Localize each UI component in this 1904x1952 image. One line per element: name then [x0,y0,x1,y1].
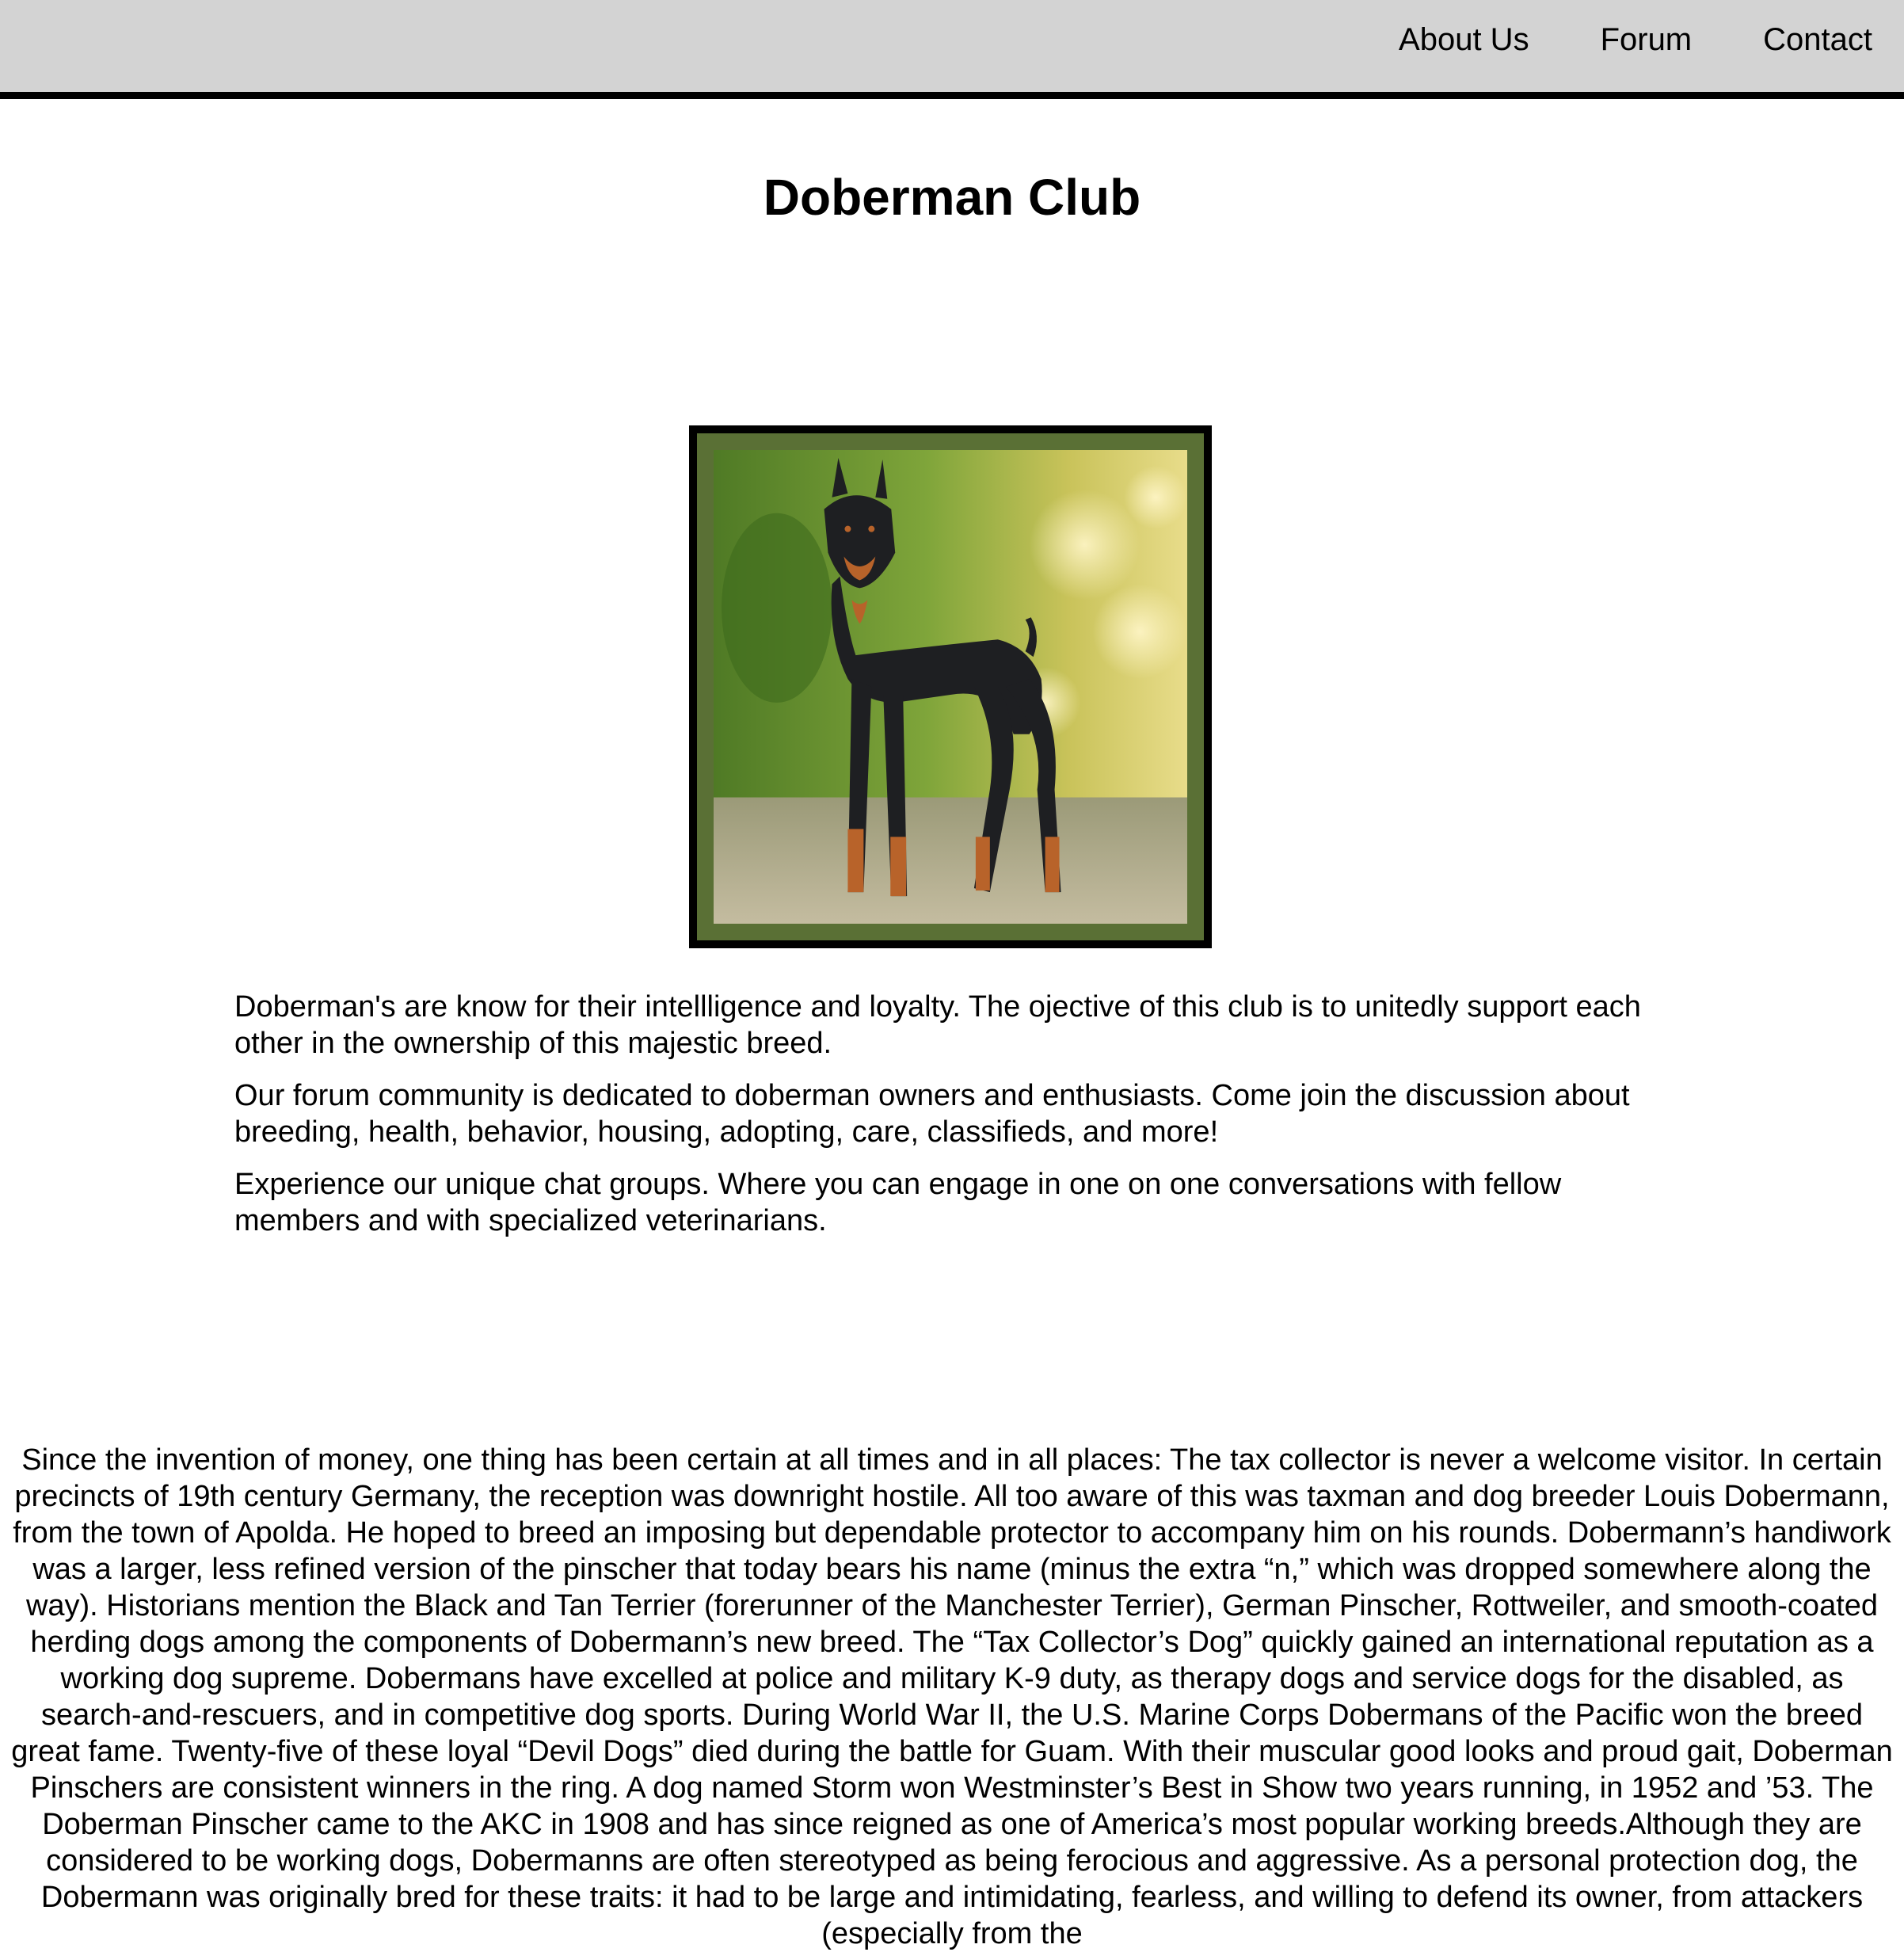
nav-links: About Us Forum Contact [1327,0,1872,79]
top-navbar: About Us Forum Contact [0,0,1904,99]
nav-link-contact[interactable]: Contact [1763,22,1872,58]
history-paragraph: Since the invention of money, one thing … [11,1443,1893,1950]
page-title: Doberman Club [763,169,1141,226]
nav-link-forum[interactable]: Forum [1601,22,1693,58]
intro-paragraph: Our forum community is dedicated to dobe… [234,1079,1630,1149]
nav-link-about-us[interactable]: About Us [1399,22,1529,58]
doberman-photo-frame [689,425,1212,948]
intro-paragraph: Doberman's are know for their intelllige… [234,990,1641,1060]
intro-section: Doberman's are know for their intelllige… [234,989,1670,1255]
intro-paragraph: Experience our unique chat groups. Where… [234,1168,1562,1237]
doberman-photo [714,450,1187,924]
